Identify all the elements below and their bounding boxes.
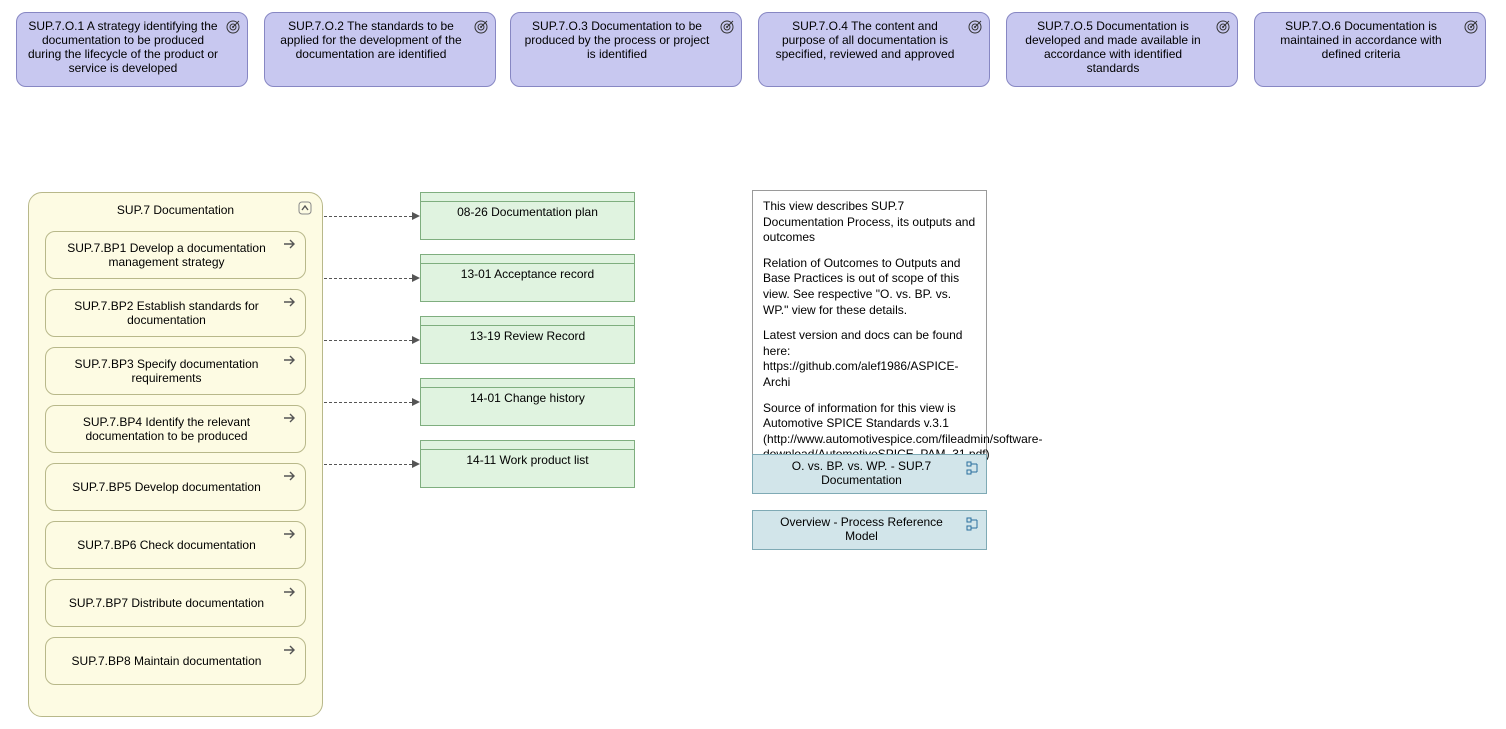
bp-label: SUP.7.BP4 Identify the relevant document… [58, 415, 275, 443]
diagram-canvas: SUP.7.O.1 A strategy identifying the doc… [0, 0, 1506, 729]
arrow-right-icon [283, 238, 297, 250]
process-title: SUP.7 Documentation [39, 203, 312, 221]
bp-label: SUP.7.BP7 Distribute documentation [69, 596, 264, 610]
note-paragraph: Relation of Outcomes to Outputs and Base… [763, 256, 976, 318]
outcome-label: SUP.7.O.1 A strategy identifying the doc… [27, 19, 219, 75]
arrowhead-icon [412, 336, 420, 344]
wp-label: 14-01 Change history [421, 391, 634, 405]
outcome-label: SUP.7.O.5 Documentation is developed and… [1017, 19, 1209, 75]
diagram-link-icon [966, 517, 980, 531]
note-paragraph: Latest version and docs can be found her… [763, 328, 976, 390]
wp-label: 14-11 Work product list [421, 453, 634, 467]
bp-sup7-bp2[interactable]: SUP.7.BP2 Establish standards for docume… [45, 289, 306, 337]
bp-sup7-bp3[interactable]: SUP.7.BP3 Specify documentation requirem… [45, 347, 306, 395]
arrowhead-icon [412, 212, 420, 220]
arrow-right-icon [283, 586, 297, 598]
target-icon [1215, 19, 1231, 35]
arrow-right-icon [283, 528, 297, 540]
target-icon [1463, 19, 1479, 35]
outcome-sup7-o1[interactable]: SUP.7.O.1 A strategy identifying the doc… [16, 12, 248, 87]
description-note: This view describes SUP.7 Documentation … [752, 190, 987, 472]
arrow-right-icon [283, 470, 297, 482]
bp-label: SUP.7.BP2 Establish standards for docume… [58, 299, 275, 327]
diagram-link-icon [966, 461, 980, 475]
bp-sup7-bp7[interactable]: SUP.7.BP7 Distribute documentation [45, 579, 306, 627]
wp-13-01-acceptance-record[interactable]: 13-01 Acceptance record [420, 254, 635, 302]
bp-label: SUP.7.BP3 Specify documentation requirem… [58, 357, 275, 385]
viewlink-o-vs-bp-vs-wp-sup7[interactable]: O. vs. BP. vs. WP. - SUP.7 Documentation [752, 454, 987, 494]
connector [324, 464, 412, 465]
outcome-sup7-o3[interactable]: SUP.7.O.3 Documentation to be produced b… [510, 12, 742, 87]
outcome-label: SUP.7.O.3 Documentation to be produced b… [521, 19, 713, 61]
outcome-label: SUP.7.O.2 The standards to be applied fo… [275, 19, 467, 61]
arrow-right-icon [283, 644, 297, 656]
viewlink-label: O. vs. BP. vs. WP. - SUP.7 Documentation [763, 459, 960, 487]
bp-label: SUP.7.BP1 Develop a documentation manage… [58, 241, 275, 269]
connector [324, 402, 412, 403]
target-icon [473, 19, 489, 35]
wp-14-11-work-product-list[interactable]: 14-11 Work product list [420, 440, 635, 488]
outcome-sup7-o4[interactable]: SUP.7.O.4 The content and purpose of all… [758, 12, 990, 87]
wp-label: 08-26 Documentation plan [421, 205, 634, 219]
viewlink-overview-prm[interactable]: Overview - Process Reference Model [752, 510, 987, 550]
connector [324, 340, 412, 341]
bp-sup7-bp6[interactable]: SUP.7.BP6 Check documentation [45, 521, 306, 569]
bp-sup7-bp1[interactable]: SUP.7.BP1 Develop a documentation manage… [45, 231, 306, 279]
wp-label: 13-01 Acceptance record [421, 267, 634, 281]
wp-13-19-review-record[interactable]: 13-19 Review Record [420, 316, 635, 364]
arrowhead-icon [412, 274, 420, 282]
outcome-sup7-o5[interactable]: SUP.7.O.5 Documentation is developed and… [1006, 12, 1238, 87]
wp-08-26-documentation-plan[interactable]: 08-26 Documentation plan [420, 192, 635, 240]
arrowhead-icon [412, 460, 420, 468]
wp-label: 13-19 Review Record [421, 329, 634, 343]
arrow-right-icon [283, 412, 297, 424]
arrow-right-icon [283, 354, 297, 366]
wp-14-01-change-history[interactable]: 14-01 Change history [420, 378, 635, 426]
collapse-icon[interactable] [298, 201, 312, 215]
target-icon [719, 19, 735, 35]
target-icon [967, 19, 983, 35]
bp-sup7-bp5[interactable]: SUP.7.BP5 Develop documentation [45, 463, 306, 511]
outcome-label: SUP.7.O.4 The content and purpose of all… [769, 19, 961, 61]
bp-label: SUP.7.BP8 Maintain documentation [72, 654, 262, 668]
outcome-label: SUP.7.O.6 Documentation is maintained in… [1265, 19, 1457, 61]
bp-sup7-bp8[interactable]: SUP.7.BP8 Maintain documentation [45, 637, 306, 685]
note-paragraph: This view describes SUP.7 Documentation … [763, 199, 976, 246]
outcome-sup7-o6[interactable]: SUP.7.O.6 Documentation is maintained in… [1254, 12, 1486, 87]
viewlink-label: Overview - Process Reference Model [763, 515, 960, 543]
arrowhead-icon [412, 398, 420, 406]
bp-sup7-bp4[interactable]: SUP.7.BP4 Identify the relevant document… [45, 405, 306, 453]
target-icon [225, 19, 241, 35]
bp-label: SUP.7.BP5 Develop documentation [72, 480, 261, 494]
connector [324, 278, 412, 279]
outcome-sup7-o2[interactable]: SUP.7.O.2 The standards to be applied fo… [264, 12, 496, 87]
bp-label: SUP.7.BP6 Check documentation [77, 538, 256, 552]
arrow-right-icon [283, 296, 297, 308]
connector [324, 216, 412, 217]
process-sup7-documentation[interactable]: SUP.7 Documentation SUP.7.BP1 Develop a … [28, 192, 323, 717]
